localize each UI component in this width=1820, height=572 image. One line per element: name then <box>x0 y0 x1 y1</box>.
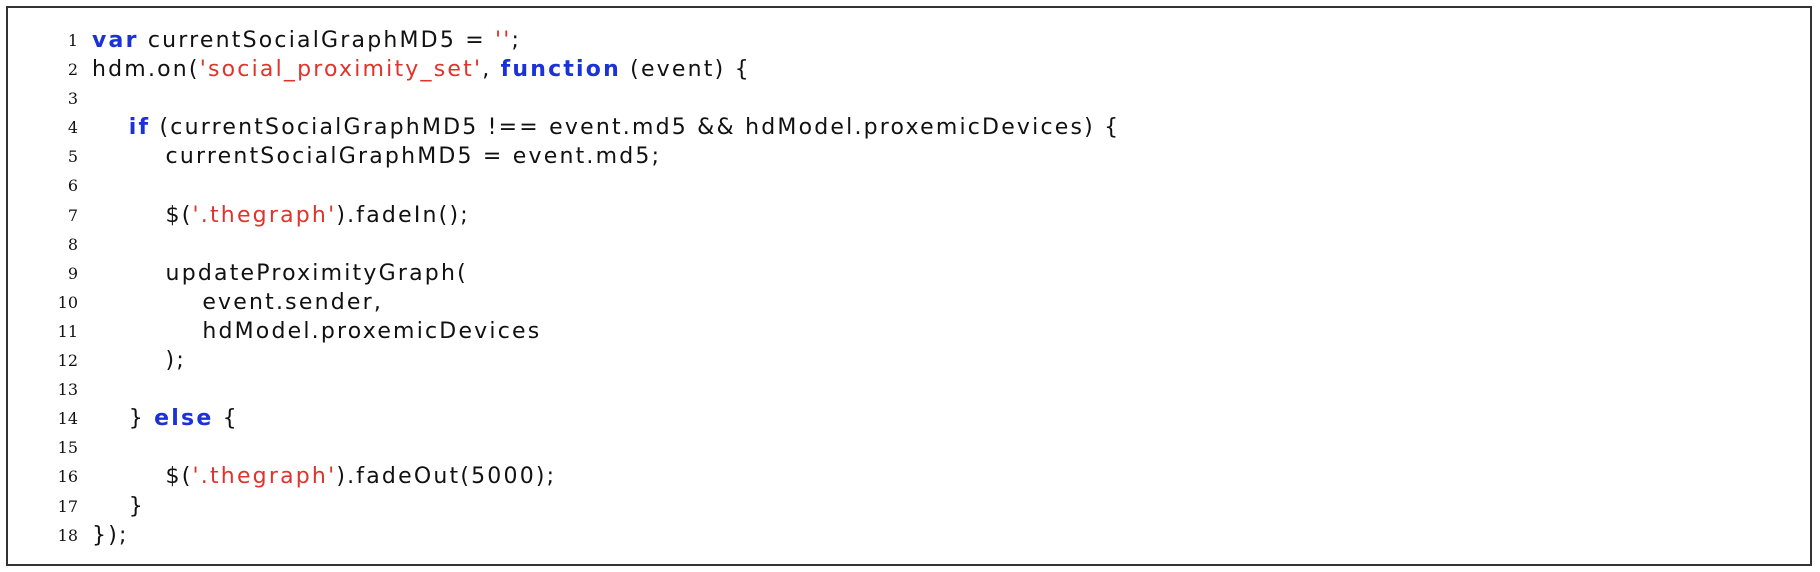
line-number: 2 <box>67 60 78 80</box>
code-line: 5 currentSocialGraphMD5 = event.md5; <box>8 142 1810 171</box>
code-text: $('.thegraph').fadeOut(5000); <box>92 462 556 491</box>
code-lines: 1 var currentSocialGraphMD5 = ''; 2 hdm.on(… <box>8 26 1810 550</box>
string-token: '.thegraph' <box>192 464 337 490</box>
code-token: $( <box>92 464 193 490</box>
string-token: '' <box>495 28 512 53</box>
code-text: }); <box>92 521 129 550</box>
code-token: ).fadeIn(); <box>336 202 470 228</box>
code-token: , <box>482 57 501 83</box>
line-number: 17 <box>57 496 78 516</box>
code-token: $( <box>92 202 193 228</box>
line-number: 5 <box>67 147 78 167</box>
code-line: 14 } else { <box>8 404 1810 433</box>
line-number: 3 <box>67 89 78 109</box>
line-number: 9 <box>67 263 78 283</box>
code-token: (currentSocialGraphMD5 !== event.md5 && … <box>150 115 1121 141</box>
line-number: 8 <box>67 234 78 254</box>
line-number: 4 <box>67 118 78 138</box>
keyword-token: function <box>500 57 621 83</box>
code-line: 9 updateProximityGraph( <box>8 259 1810 288</box>
code-line: 7 $('.thegraph').fadeIn(); <box>8 201 1810 230</box>
code-token: ).fadeOut(5000); <box>336 464 557 490</box>
code-token: currentSocialGraphMD5 = <box>138 28 496 53</box>
code-token: } <box>92 406 155 432</box>
code-line: 15 <box>8 433 1810 462</box>
code-line: 1 var currentSocialGraphMD5 = ''; <box>8 26 1810 55</box>
line-number: 10 <box>57 292 78 312</box>
code-text: currentSocialGraphMD5 = event.md5; <box>92 142 661 171</box>
code-text: updateProximityGraph( <box>92 259 468 288</box>
code-token: }); <box>92 522 129 548</box>
code-line: 18}); <box>8 521 1810 550</box>
code-line: 12 ); <box>8 346 1810 375</box>
code-token: ; <box>511 28 522 53</box>
code-text: ); <box>92 346 186 375</box>
keyword-token: else <box>154 406 214 432</box>
page: 1 var currentSocialGraphMD5 = ''; 2 hdm.on(… <box>0 0 1820 572</box>
keyword-token: if <box>128 115 151 141</box>
code-token: } <box>92 493 145 519</box>
line-number: 6 <box>67 176 78 196</box>
code-text: var currentSocialGraphMD5 = ''; <box>92 26 521 55</box>
line-number: 16 <box>57 467 78 487</box>
code-text: hdm.on('social_proximity_set', function … <box>92 55 751 84</box>
code-token: updateProximityGraph( <box>92 260 468 286</box>
code-text: } <box>92 492 145 521</box>
line-number: 1 <box>67 31 78 50</box>
code-listing-box: 1 var currentSocialGraphMD5 = ''; 2 hdm.on(… <box>6 6 1812 566</box>
code-token: event.sender, <box>92 289 384 315</box>
code-line: 6 <box>8 171 1810 200</box>
code-line: 8 <box>8 230 1810 259</box>
code-line: 2 hdm.on('social_proximity_set', function… <box>8 55 1810 84</box>
line-number: 15 <box>57 438 78 458</box>
code-line: 4 if (currentSocialGraphMD5 !== event.md… <box>8 113 1810 142</box>
code-line: 3 <box>8 84 1810 113</box>
keyword-token: var <box>92 28 139 53</box>
line-number: 7 <box>67 205 78 225</box>
code-line: 11 hdModel.proxemicDevices <box>8 317 1810 346</box>
code-token: hdModel.proxemicDevices <box>92 318 542 344</box>
code-text: $('.thegraph').fadeIn(); <box>92 201 470 230</box>
code-token: hdm.on( <box>92 57 200 83</box>
code-token: (event) { <box>620 57 751 83</box>
line-number: 11 <box>57 321 78 341</box>
code-line: 10 event.sender, <box>8 288 1810 317</box>
line-number: 13 <box>57 380 78 400</box>
string-token: '.thegraph' <box>192 202 337 228</box>
code-text: event.sender, <box>92 288 383 317</box>
code-token: currentSocialGraphMD5 = event.md5; <box>92 144 662 170</box>
code-text: hdModel.proxemicDevices <box>92 317 541 346</box>
code-text: } else { <box>92 404 239 433</box>
string-token: 'social_proximity_set' <box>199 57 483 83</box>
code-token: { <box>213 406 239 432</box>
code-line: 17 } <box>8 492 1810 521</box>
line-number: 18 <box>57 525 78 545</box>
line-number: 12 <box>57 351 78 371</box>
code-line: 16 $('.thegraph').fadeOut(5000); <box>8 462 1810 491</box>
code-text: if (currentSocialGraphMD5 !== event.md5 … <box>92 113 1120 142</box>
code-token: ); <box>92 348 186 374</box>
line-number: 14 <box>57 409 78 429</box>
code-line: 13 <box>8 375 1810 404</box>
